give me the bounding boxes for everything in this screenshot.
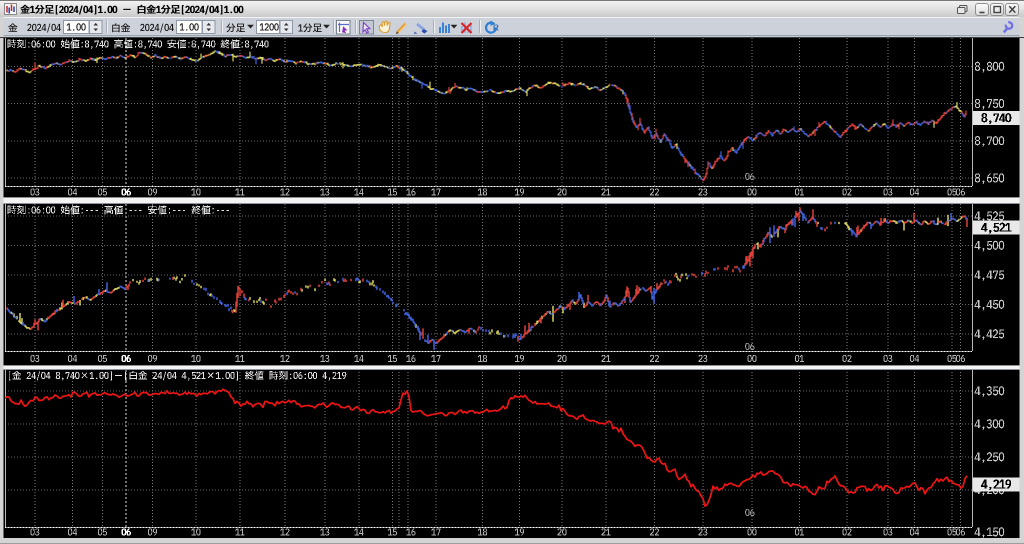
svg-text:R: R: [493, 24, 499, 33]
